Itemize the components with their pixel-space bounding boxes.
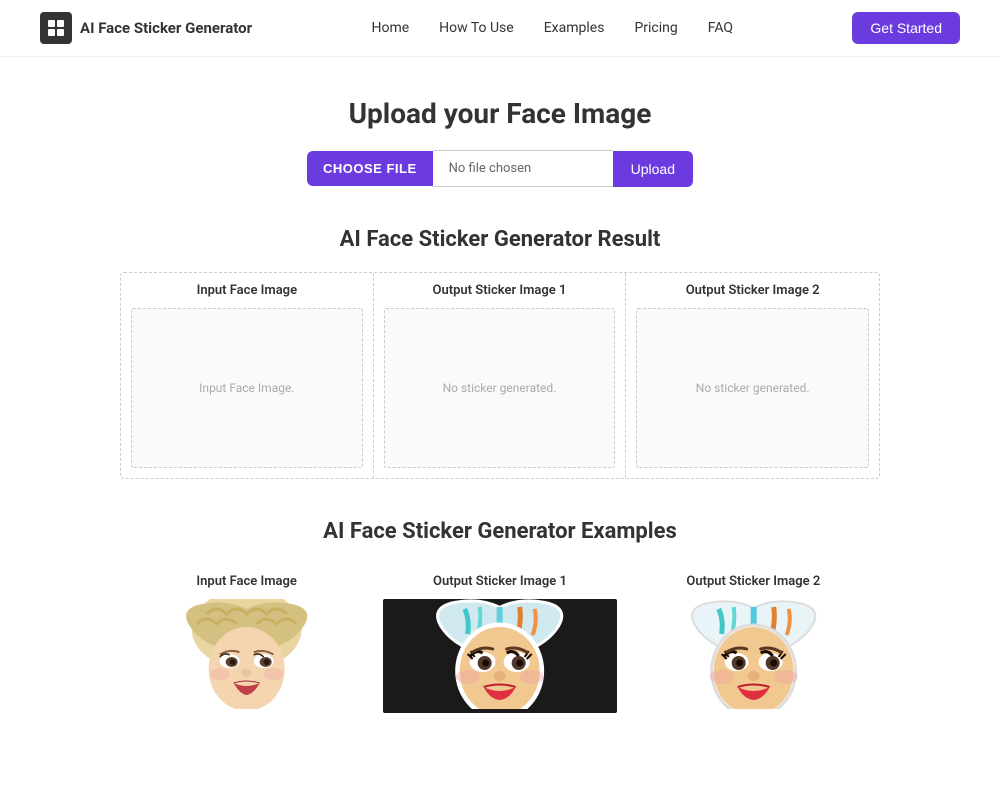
example-input-image xyxy=(130,599,363,713)
nav-link-how-to-use[interactable]: How To Use xyxy=(439,20,514,36)
examples-grid: Input Face Image xyxy=(120,564,880,723)
upload-button[interactable]: Upload xyxy=(613,151,693,187)
result-sticker1-placeholder: No sticker generated. xyxy=(443,381,557,395)
result-title: AI Face Sticker Generator Result xyxy=(20,227,980,252)
brand-icon xyxy=(40,12,72,44)
result-grid: Input Face Image Input Face Image. Outpu… xyxy=(120,272,880,479)
upload-title: Upload your Face Image xyxy=(20,97,980,130)
example-col-sticker2-header: Output Sticker Image 2 xyxy=(686,574,820,589)
get-started-button[interactable]: Get Started xyxy=(852,12,960,44)
result-col-input-header: Input Face Image xyxy=(197,283,298,298)
upload-section: Upload your Face Image CHOOSE FILE No fi… xyxy=(20,97,980,187)
result-input-placeholder: Input Face Image. xyxy=(199,381,294,395)
navbar: AI Face Sticker Generator Home How To Us… xyxy=(0,0,1000,57)
nav-link-home[interactable]: Home xyxy=(371,20,409,36)
example-col-sticker2: Output Sticker Image 2 xyxy=(627,564,880,723)
result-input-image-box: Input Face Image. xyxy=(131,308,363,468)
example-col-input-header: Input Face Image xyxy=(196,574,297,589)
result-col-sticker2-header: Output Sticker Image 2 xyxy=(686,283,820,298)
result-col-sticker1-header: Output Sticker Image 1 xyxy=(433,283,567,298)
brand-name: AI Face Sticker Generator xyxy=(80,19,252,37)
example-col-sticker1-header: Output Sticker Image 1 xyxy=(433,574,567,589)
result-col-sticker2: Output Sticker Image 2 No sticker genera… xyxy=(626,273,879,478)
result-col-input: Input Face Image Input Face Image. xyxy=(121,273,374,478)
examples-section: AI Face Sticker Generator Examples Input… xyxy=(20,519,980,723)
brand-logo: AI Face Sticker Generator xyxy=(40,12,252,44)
nav-link-faq[interactable]: FAQ xyxy=(708,20,733,36)
examples-title: AI Face Sticker Generator Examples xyxy=(20,519,980,544)
result-col-sticker1: Output Sticker Image 1 No sticker genera… xyxy=(374,273,627,478)
file-name-display: No file chosen xyxy=(433,150,613,187)
choose-file-button[interactable]: CHOOSE FILE xyxy=(307,151,433,186)
example-sticker1-image xyxy=(383,599,616,713)
result-sticker2-placeholder: No sticker generated. xyxy=(696,381,810,395)
upload-controls: CHOOSE FILE No file chosen Upload xyxy=(20,150,980,187)
result-sticker2-image-box: No sticker generated. xyxy=(636,308,869,468)
result-section: AI Face Sticker Generator Result Input F… xyxy=(20,227,980,479)
example-col-input: Input Face Image xyxy=(120,564,373,723)
nav-link-examples[interactable]: Examples xyxy=(544,20,605,36)
main-content: Upload your Face Image CHOOSE FILE No fi… xyxy=(0,57,1000,803)
example-col-sticker1: Output Sticker Image 1 xyxy=(373,564,626,723)
nav-link-pricing[interactable]: Pricing xyxy=(634,20,677,36)
result-sticker1-image-box: No sticker generated. xyxy=(384,308,616,468)
example-sticker2-image xyxy=(637,599,870,713)
nav-links: Home How To Use Examples Pricing FAQ xyxy=(371,20,733,36)
